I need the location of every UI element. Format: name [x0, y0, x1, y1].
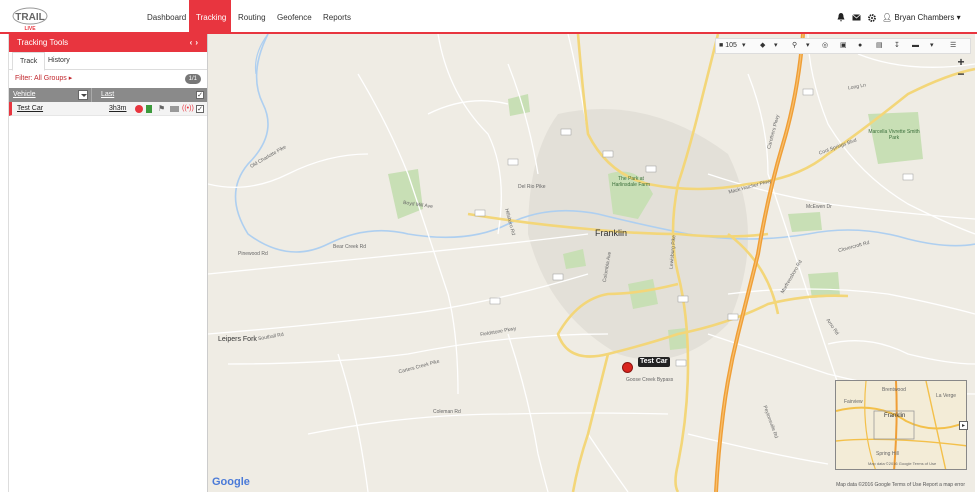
road-label: Bear Creek Rd [333, 244, 367, 250]
zoom-out-button[interactable]: − [955, 68, 967, 80]
group-filter[interactable]: Filter: All Groups ▸ 1/1 [9, 70, 207, 88]
column-options-dropdown[interactable] [78, 90, 88, 100]
road-label: Coleman Rd [433, 409, 461, 415]
overview-label: Spring Hill [876, 451, 899, 457]
logo-text: TRAIL [15, 12, 44, 23]
select-all-checkbox[interactable]: ✓ [196, 91, 204, 99]
overview-label: Brentwood [882, 387, 906, 393]
column-divider [91, 88, 92, 102]
chevron-down-icon[interactable]: ▾ [806, 39, 810, 53]
location-pin-icon[interactable]: ⚲ [792, 39, 797, 53]
nav-geofence[interactable]: Geofence [270, 0, 319, 34]
town-leipers-fork: Leipers Fork [218, 336, 257, 343]
park-label: Marcella Vivrette Smith Park [868, 129, 920, 141]
chevron-down-icon[interactable]: ▾ [930, 39, 934, 53]
road-label: Del Rio Pike [518, 184, 546, 190]
vehicle-grid-header: Vehicle Last ✓ [9, 88, 207, 102]
ruler-icon[interactable]: ▬ [912, 39, 919, 53]
battery-icon [146, 105, 152, 113]
vehicle-row[interactable]: Test Car 3h3m ⚑ ((•)) ✓ [9, 102, 207, 116]
units-filter[interactable]: ■ 105 [719, 39, 737, 53]
stopped-icon [135, 105, 143, 113]
globe-icon[interactable]: ● [858, 39, 862, 53]
vehicle-count-badge: 1/1 [184, 74, 201, 84]
map-toolbar: ■ 105 ▾ ◆ ▾ ⚲ ▾ ◎ ▣ ● ▤ ↧ ▬ ▾ ☰ [715, 38, 971, 54]
panel-title: Tracking Tools [17, 38, 69, 47]
vehicle-marker[interactable] [622, 362, 633, 373]
message-icon[interactable] [170, 106, 179, 112]
vehicle-name[interactable]: Test Car [17, 102, 43, 116]
chevron-down-icon[interactable]: ▾ [742, 39, 746, 53]
tracking-tools-panel: Tracking Tools ‹› Track History Filter: … [8, 34, 208, 492]
menu-icon[interactable]: ☰ [950, 39, 956, 53]
overview-map[interactable]: Brentwood Fairview Franklin La Verge Spr… [835, 380, 967, 470]
print-icon[interactable]: ▤ [876, 39, 883, 53]
road-label: Pinewood Rd [238, 251, 268, 257]
chevron-down-icon: ▾ [956, 13, 961, 22]
target-icon[interactable]: ◎ [822, 39, 828, 53]
map-view[interactable]: Boyd Mill Ave Hillsboro Rd Mack Hatcher … [208, 34, 975, 492]
google-logo: Google [212, 476, 250, 488]
overview-label: Fairview [844, 399, 863, 405]
gear-icon[interactable] [868, 0, 876, 34]
town-franklin: Franklin [595, 228, 628, 238]
overview-label: Franklin [884, 413, 906, 419]
lock-icon[interactable]: ▣ [840, 39, 847, 53]
nav-reports[interactable]: Reports [316, 0, 358, 34]
vehicle-last-update: 3h3m [109, 105, 127, 112]
park-label: The Park at Harlinsdale Farm [611, 176, 651, 188]
layers-icon[interactable]: ◆ [760, 39, 765, 53]
vehicle-marker-label[interactable]: Test Car [638, 357, 670, 367]
overview-label: La Verge [936, 393, 957, 399]
download-icon[interactable]: ↧ [894, 39, 900, 53]
column-last[interactable]: Last [101, 88, 114, 102]
user-icon: 👤︎ [882, 13, 893, 22]
tab-history[interactable]: History [41, 52, 77, 70]
column-vehicle[interactable]: Vehicle [13, 88, 36, 102]
panel-tabs: Track History [9, 52, 207, 71]
top-nav: TRAIL LIVE Dashboard Tracking Routing Ge… [0, 0, 977, 34]
chevron-right-icon[interactable]: › [195, 38, 201, 47]
envelope-icon[interactable] [852, 0, 861, 34]
road-label: Goose Creek Bypass [626, 377, 674, 383]
trail-live-logo[interactable]: TRAIL LIVE [10, 6, 50, 32]
overview-toggle-button[interactable]: ▸ [959, 421, 968, 430]
vehicle-checkbox[interactable]: ✓ [196, 105, 204, 113]
road-label: McEwen Dr [806, 204, 832, 210]
filter-label: Filter: All Groups [15, 75, 67, 82]
bell-icon[interactable] [837, 0, 845, 34]
caret-right-icon: ▸ [68, 75, 73, 82]
chevron-down-icon[interactable]: ▾ [774, 39, 778, 53]
user-name: Bryan Chambers [894, 13, 955, 22]
unit-count: 105 [725, 42, 737, 49]
user-menu[interactable]: 👤︎ Bryan Chambers ▾ [882, 0, 961, 34]
overview-credit: Map data ©2016 Google Terms of Use [868, 461, 937, 466]
flag-icon[interactable]: ⚑ [158, 105, 166, 113]
nav-dashboard[interactable]: Dashboard [140, 0, 193, 34]
panel-collapse-arrows[interactable]: ‹› [190, 34, 201, 52]
nav-routing[interactable]: Routing [231, 0, 273, 34]
map-credit: Map data ©2016 Google Terms of Use Repor… [836, 482, 965, 488]
nav-tracking[interactable]: Tracking [189, 0, 231, 34]
panel-header: Tracking Tools ‹› [9, 34, 207, 52]
signal-icon: ((•)) [182, 105, 194, 112]
